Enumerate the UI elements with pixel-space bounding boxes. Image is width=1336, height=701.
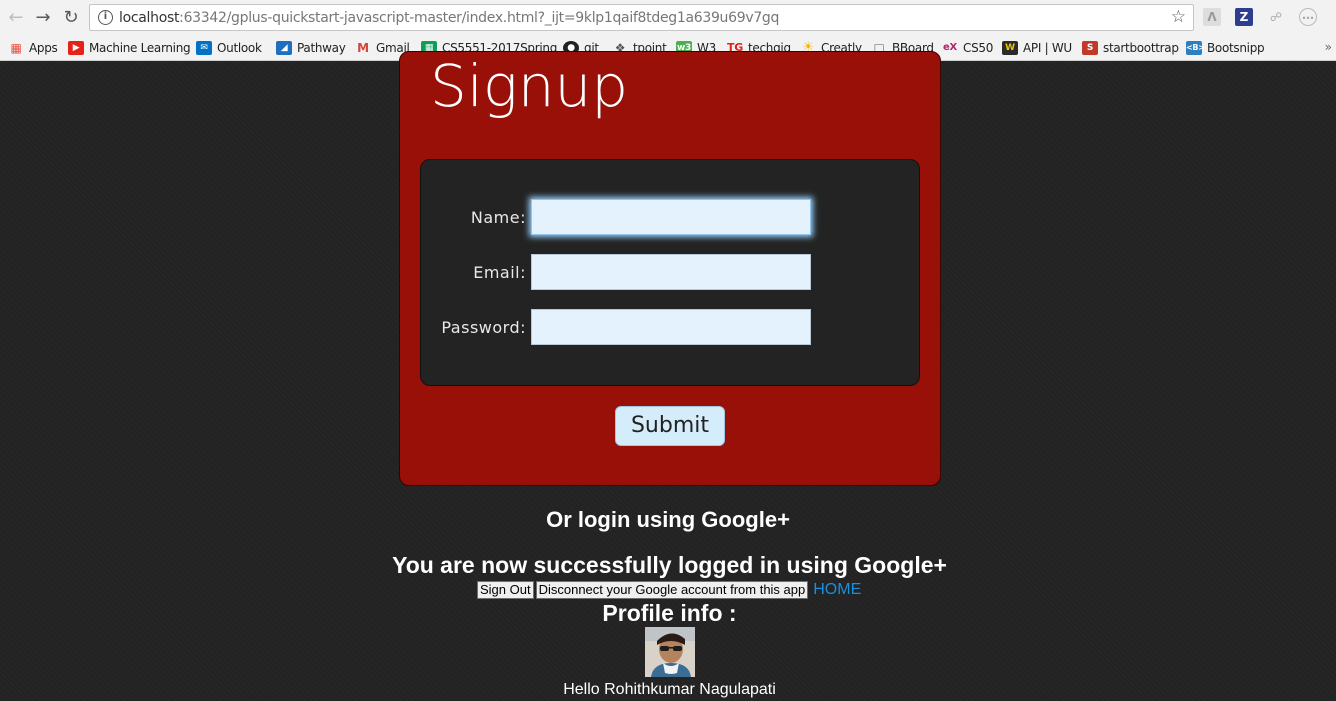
email-input[interactable] xyxy=(531,254,811,290)
bootsnipp-icon: <B> xyxy=(1186,41,1205,55)
bookmark-label: Apps xyxy=(29,41,58,55)
page-content: Signup Name: Email: Password: Submit Or … xyxy=(0,51,1336,701)
info-icon[interactable]: i xyxy=(98,10,113,25)
avatar xyxy=(645,627,695,677)
startbootstrap-icon: S xyxy=(1082,41,1098,55)
reload-icon[interactable]: ↻ xyxy=(60,7,82,29)
bookmark-bootsnipp[interactable]: <B> Bootsnipp xyxy=(1186,39,1265,57)
name-input[interactable] xyxy=(531,199,811,235)
browser-toolbar: ← → ↻ i localhost:63342/gplus-quickstart… xyxy=(0,0,1336,35)
email-label: Email: xyxy=(473,263,526,282)
submit-button[interactable]: Submit xyxy=(615,406,725,446)
back-arrow-icon[interactable]: ← xyxy=(5,7,27,29)
forward-arrow-icon[interactable]: → xyxy=(32,7,54,29)
bookmark-cs50[interactable]: eX CS50 xyxy=(942,39,993,57)
password-input[interactable] xyxy=(531,309,811,345)
bookmark-apps[interactable]: ▦ Apps xyxy=(8,39,58,57)
wu-icon: W xyxy=(1002,41,1018,55)
bookmarks-overflow-icon[interactable]: » xyxy=(1325,40,1332,54)
extension-puzzle-icon[interactable]: ☍ xyxy=(1267,8,1285,26)
name-label: Name: xyxy=(470,208,526,227)
profile-greeting: Hello Rohithkumar Nagulapati xyxy=(563,681,776,698)
profile-photo-icon xyxy=(645,627,695,677)
signup-panel: Signup Name: Email: Password: Submit xyxy=(399,51,941,486)
password-label: Password: xyxy=(441,318,526,337)
extension-circle-icon[interactable]: ⋯ xyxy=(1299,8,1317,26)
pathway-icon: ◢ xyxy=(276,41,292,55)
bookmark-startboottrap[interactable]: Sstartboottrap xyxy=(1082,39,1179,57)
login-success-message: You are now successfully logged in using… xyxy=(392,552,947,578)
bookmark-label: API | WU xyxy=(1023,41,1072,55)
bookmark-machine-learning[interactable]: ▶ Machine Learning xyxy=(68,39,191,57)
address-bar[interactable]: i localhost:63342/gplus-quickstart-javas… xyxy=(89,4,1194,31)
acrobat-extension-icon[interactable]: Λ xyxy=(1203,8,1221,26)
apps-grid-icon: ▦ xyxy=(10,41,22,55)
signup-form: Name: Email: Password: xyxy=(420,159,920,386)
gmail-icon: M xyxy=(357,41,369,55)
signup-title: Signup xyxy=(430,52,629,120)
bookmark-label: startboottrap xyxy=(1103,41,1179,55)
bookmark-label: CS50 xyxy=(963,41,994,55)
bookmark-pathway[interactable]: ◢ Pathway xyxy=(276,39,346,57)
zotero-extension-icon[interactable]: Z xyxy=(1235,8,1253,26)
edx-icon: eX xyxy=(943,42,957,53)
bookmark-star-icon[interactable]: ☆ xyxy=(1171,7,1186,27)
google-actions: Sign Out Disconnect your Google account … xyxy=(477,581,861,599)
sign-out-button[interactable]: Sign Out xyxy=(477,581,534,599)
url-text[interactable]: localhost:63342/gplus-quickstart-javascr… xyxy=(119,10,779,26)
home-link[interactable]: HOME xyxy=(813,581,861,599)
url-host: localhost xyxy=(119,10,180,26)
bookmark-label: Pathway xyxy=(297,41,346,55)
google-login-heading: Or login using Google+ xyxy=(546,507,790,532)
bookmark-label: Outlook xyxy=(217,41,262,55)
url-path: :63342/gplus-quickstart-javascript-maste… xyxy=(179,10,780,26)
bookmark-label: Bootsnipp xyxy=(1207,41,1265,55)
bookmark-outlook[interactable]: ✉ Outlook xyxy=(196,39,262,57)
youtube-icon: ▶ xyxy=(68,41,84,55)
bookmark-api-wu[interactable]: W API | WU xyxy=(1002,39,1072,57)
disconnect-button[interactable]: Disconnect your Google account from this… xyxy=(535,581,809,599)
outlook-mail-icon: ✉ xyxy=(196,41,212,55)
bookmark-label: Machine Learning xyxy=(89,41,191,55)
profile-info-heading: Profile info : xyxy=(602,600,737,626)
